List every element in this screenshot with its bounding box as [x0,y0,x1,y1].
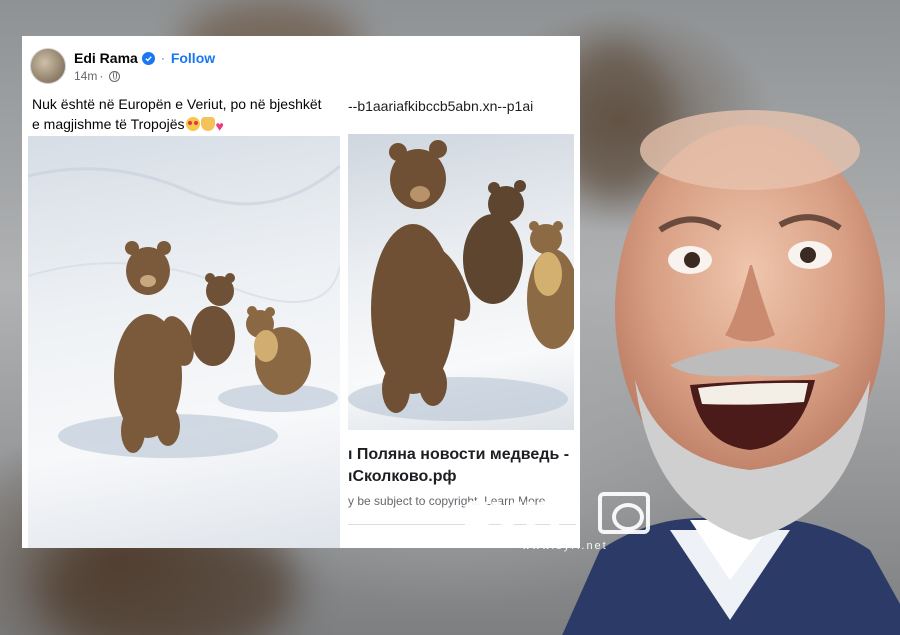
follow-button[interactable]: Follow [171,50,215,66]
heart-eyes-emoji-icon [185,117,200,131]
post-photo-bears[interactable] [28,136,340,548]
watermark-url: www.syri.net [522,540,608,552]
post-header-text: Edi Rama · Follow 14m · [74,48,215,84]
separator-dot: · [99,69,104,83]
heart-hands-emoji-icon [200,117,215,131]
eye-logo-icon [598,492,650,534]
link-url-text[interactable]: --b1aariafkibccb5abn.xn--p1ai [348,98,533,114]
pink-heart-emoji-icon: ♥ [215,118,224,134]
post-caption: Nuk është në Europën e Veriut, po në bje… [32,94,332,134]
post-timestamp[interactable]: 14m [74,69,97,83]
bears-in-snow-image [28,164,340,458]
post-meta: 14m · [74,68,215,84]
watermark-logo-text: syri [462,483,563,541]
caption-text: Nuk është në Europën e Veriut, po në bje… [32,96,322,132]
syri-watermark-logo: syri www.syri.net [462,486,662,556]
post-header: Edi Rama · Follow 14m · [30,48,215,88]
facebook-post-card: Edi Rama · Follow 14m · Nuk është në Eur… [22,36,580,548]
author-avatar[interactable] [30,48,66,84]
author-name[interactable]: Edi Rama [74,50,138,66]
author-row: Edi Rama · Follow [74,48,215,68]
public-globe-icon[interactable] [109,70,121,82]
verified-badge-icon [141,51,155,65]
separator-dot: · [160,51,165,65]
